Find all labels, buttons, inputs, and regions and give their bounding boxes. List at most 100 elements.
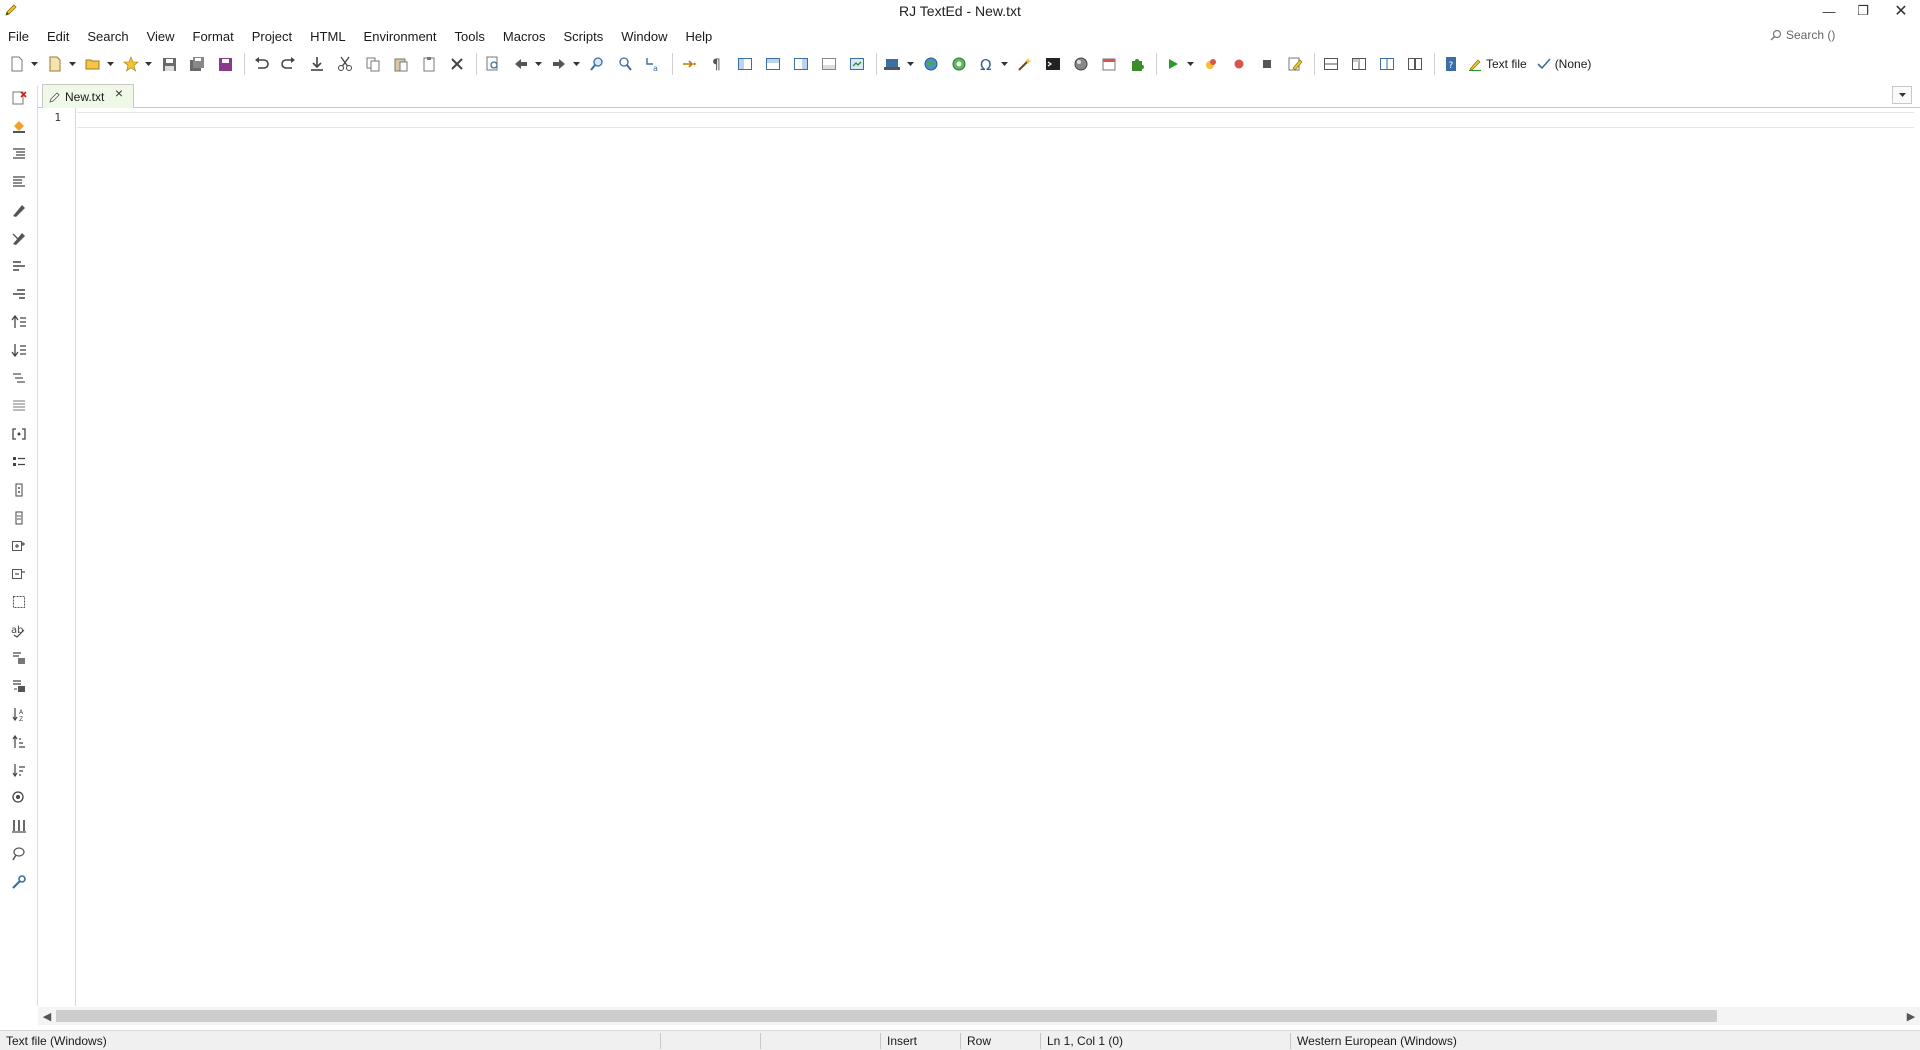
- chevron-down-icon[interactable]: [68, 53, 76, 75]
- wand-icon[interactable]: [1014, 53, 1036, 75]
- chevron-down-icon[interactable]: [144, 53, 152, 75]
- forward-arrow-icon[interactable]: [548, 53, 570, 75]
- find-icon[interactable]: [586, 53, 608, 75]
- terminal-icon[interactable]: [1042, 53, 1064, 75]
- menu-help[interactable]: Help: [686, 29, 713, 44]
- help-book-icon[interactable]: ?: [1440, 53, 1462, 75]
- globe-icon[interactable]: [920, 53, 942, 75]
- horizontal-scrollbar[interactable]: ◀ ▶: [38, 1007, 1920, 1025]
- paste-icon[interactable]: [390, 53, 412, 75]
- bookmark-icon[interactable]: [9, 480, 29, 500]
- save-all-icon[interactable]: [186, 53, 208, 75]
- open-folder-icon[interactable]: [82, 53, 104, 75]
- undo-icon[interactable]: [250, 53, 272, 75]
- outdent-icon[interactable]: [9, 172, 29, 192]
- run-play-icon[interactable]: [1162, 53, 1184, 75]
- chevron-down-icon[interactable]: [1186, 53, 1194, 75]
- bucket-fill-icon[interactable]: [9, 116, 29, 136]
- new-from-template-icon[interactable]: [44, 53, 66, 75]
- ftp-icon[interactable]: [882, 53, 904, 75]
- calendar-icon[interactable]: [1098, 53, 1120, 75]
- chevron-down-icon[interactable]: [30, 53, 38, 75]
- align-left-icon[interactable]: [9, 256, 29, 276]
- uncomment-icon[interactable]: [9, 228, 29, 248]
- status-selection-mode[interactable]: Row: [961, 1033, 991, 1049]
- cut-icon[interactable]: [334, 53, 356, 75]
- debug-icon[interactable]: [1200, 53, 1222, 75]
- clipboard-icon[interactable]: [418, 53, 440, 75]
- bookmark-next-icon[interactable]: [9, 508, 29, 528]
- chevron-down-icon[interactable]: [1000, 53, 1008, 75]
- editor-text-area[interactable]: [77, 108, 1914, 1006]
- brackets-icon[interactable]: [9, 424, 29, 444]
- new-file-icon[interactable]: [6, 53, 28, 75]
- close-document-icon[interactable]: [9, 88, 29, 108]
- chevron-down-icon[interactable]: [572, 53, 580, 75]
- restore-button[interactable]: ❐: [1846, 0, 1880, 22]
- redo-icon[interactable]: [278, 53, 300, 75]
- download-icon[interactable]: [306, 53, 328, 75]
- spell-check-icon[interactable]: ab: [9, 620, 29, 640]
- plugin-puzzle-icon[interactable]: [1126, 53, 1148, 75]
- color-picker-icon[interactable]: [1070, 53, 1092, 75]
- back-arrow-icon[interactable]: [510, 53, 532, 75]
- menu-format[interactable]: Format: [193, 29, 234, 44]
- join-lines-icon[interactable]: [9, 396, 29, 416]
- move-line-up-icon[interactable]: [9, 312, 29, 332]
- search-lens-icon[interactable]: [9, 844, 29, 864]
- wrench-icon[interactable]: [9, 872, 29, 892]
- status-insert-mode[interactable]: Insert: [881, 1033, 917, 1049]
- columns-icon[interactable]: [9, 816, 29, 836]
- copy-icon[interactable]: [362, 53, 384, 75]
- chevron-down-icon[interactable]: [906, 53, 914, 75]
- layout-top-panel-icon[interactable]: [762, 53, 784, 75]
- list-icon[interactable]: [9, 452, 29, 472]
- layout-left-panel-icon[interactable]: [734, 53, 756, 75]
- chevron-down-icon[interactable]: [534, 53, 542, 75]
- chevron-down-icon[interactable]: [106, 53, 114, 75]
- save-as-icon[interactable]: [214, 53, 236, 75]
- menu-scripts[interactable]: Scripts: [564, 29, 604, 44]
- layout-bottom-panel-icon[interactable]: [818, 53, 840, 75]
- global-search[interactable]: Search (): [1770, 25, 1900, 45]
- stop-macro-icon[interactable]: [1256, 53, 1278, 75]
- edit-macro-icon[interactable]: [1284, 53, 1306, 75]
- pilcrow-icon[interactable]: ¶: [706, 53, 728, 75]
- omega-special-chars-icon[interactable]: Ω: [976, 53, 998, 75]
- spellcheck-selector[interactable]: (None): [1537, 57, 1591, 71]
- menu-window[interactable]: Window: [621, 29, 667, 44]
- menu-environment[interactable]: Environment: [364, 29, 437, 44]
- split-horizontal-icon[interactable]: [1320, 53, 1342, 75]
- favorites-star-icon[interactable]: [120, 53, 142, 75]
- format-code-icon[interactable]: [9, 648, 29, 668]
- sort-az-icon[interactable]: AZ: [9, 704, 29, 724]
- tidy-code-icon[interactable]: [9, 676, 29, 696]
- menu-search[interactable]: Search: [87, 29, 128, 44]
- split-vertical-icon[interactable]: [1348, 53, 1370, 75]
- sort-ascending-icon[interactable]: [9, 732, 29, 752]
- record-macro-icon[interactable]: [1228, 53, 1250, 75]
- replace-icon[interactable]: a: [642, 53, 664, 75]
- save-icon[interactable]: [158, 53, 180, 75]
- compare-icon[interactable]: [1404, 53, 1426, 75]
- goto-icon[interactable]: [678, 53, 700, 75]
- tab-list-dropdown[interactable]: [1892, 86, 1912, 104]
- menu-edit[interactable]: Edit: [47, 29, 69, 44]
- menu-html[interactable]: HTML: [310, 29, 345, 44]
- highlighter-selector[interactable]: Text file: [1468, 57, 1527, 71]
- menu-project[interactable]: Project: [252, 29, 292, 44]
- move-line-down-icon[interactable]: [9, 340, 29, 360]
- zoom-icon[interactable]: [9, 788, 29, 808]
- preview-icon[interactable]: [846, 53, 868, 75]
- align-right-icon[interactable]: [9, 284, 29, 304]
- close-button[interactable]: ✕: [1884, 0, 1918, 22]
- insert-snippet-icon[interactable]: [9, 536, 29, 556]
- menu-macros[interactable]: Macros: [503, 29, 546, 44]
- comment-icon[interactable]: [9, 200, 29, 220]
- find-next-icon[interactable]: [614, 53, 636, 75]
- delete-icon[interactable]: [446, 53, 468, 75]
- scrollbar-thumb[interactable]: [56, 1010, 1717, 1022]
- menu-tools[interactable]: Tools: [455, 29, 485, 44]
- indent-icon[interactable]: [9, 144, 29, 164]
- browser-preview-icon[interactable]: [948, 53, 970, 75]
